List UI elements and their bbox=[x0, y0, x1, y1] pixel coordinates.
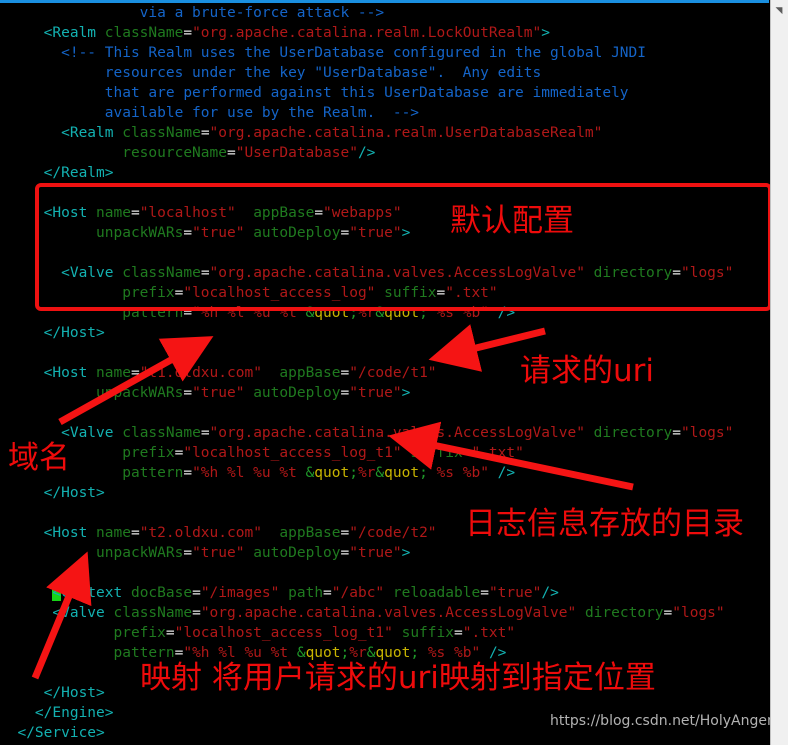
code-line: prefix="localhost_access_log" suffix=".t… bbox=[0, 285, 498, 301]
annotation-label-request-uri: 请求的uri bbox=[520, 353, 655, 389]
scroll-up-arrow-icon[interactable]: ◥ bbox=[772, 5, 786, 17]
code-line: unpackWARs="true" autoDeploy="true"> bbox=[0, 545, 411, 561]
watermark-url: https://blog.csdn.net/HolyAngemon bbox=[550, 713, 788, 729]
screenshot-root: via a brute-force attack --> <Realm clas… bbox=[0, 0, 788, 745]
text-cursor: < bbox=[52, 585, 62, 601]
code-line: <Valve className="org.apache.catalina.va… bbox=[0, 605, 725, 621]
code-line: unpackWARs="true" autoDeploy="true"> bbox=[0, 225, 411, 241]
code-line: prefix="localhost_access_log_t1" suffix=… bbox=[0, 445, 524, 461]
code-line: that are performed against this UserData… bbox=[0, 85, 629, 101]
code-line: <Realm className="org.apache.catalina.re… bbox=[0, 25, 551, 41]
code-line: available for use by the Realm. --> bbox=[0, 105, 420, 121]
annotation-label-mapping: 映射 将用户请求的uri映射到指定位置 bbox=[140, 660, 656, 696]
annotation-label-log-directory: 日志信息存放的目录 bbox=[465, 506, 744, 542]
code-line: <Host name="localhost" appBase="webapps" bbox=[0, 205, 402, 221]
code-line: pattern="%h %l %u %t &quot;%r&quot; %s %… bbox=[0, 305, 516, 321]
code-line: </Host> bbox=[0, 485, 105, 501]
annotation-label-domain-name: 域名 bbox=[8, 440, 70, 476]
code-line: prefix="localhost_access_log_t1" suffix=… bbox=[0, 625, 516, 641]
code-line: <Valve className="org.apache.catalina.va… bbox=[0, 265, 734, 281]
code-line: pattern="%h %l %u %t &quot;%r&quot; %s %… bbox=[0, 465, 516, 481]
code-line: <Realm className="org.apache.catalina.re… bbox=[0, 125, 603, 141]
annotation-label-default-config: 默认配置 bbox=[450, 203, 574, 239]
code-line: resourceName="UserDatabase"/> bbox=[0, 145, 376, 161]
code-line: <Valve className="org.apache.catalina.va… bbox=[0, 425, 734, 441]
code-line-context: <Context docBase="/images" path="/abc" r… bbox=[52, 585, 559, 601]
code-line: resources under the key "UserDatabase". … bbox=[0, 65, 542, 81]
vertical-scrollbar[interactable]: ◥ bbox=[770, 0, 788, 745]
code-line: </Host> bbox=[0, 325, 105, 341]
code-line: <!-- This Realm uses the UserDatabase co… bbox=[0, 45, 647, 61]
code-line: via a brute-force attack --> bbox=[0, 5, 385, 21]
code-line: </Realm> bbox=[0, 165, 114, 181]
